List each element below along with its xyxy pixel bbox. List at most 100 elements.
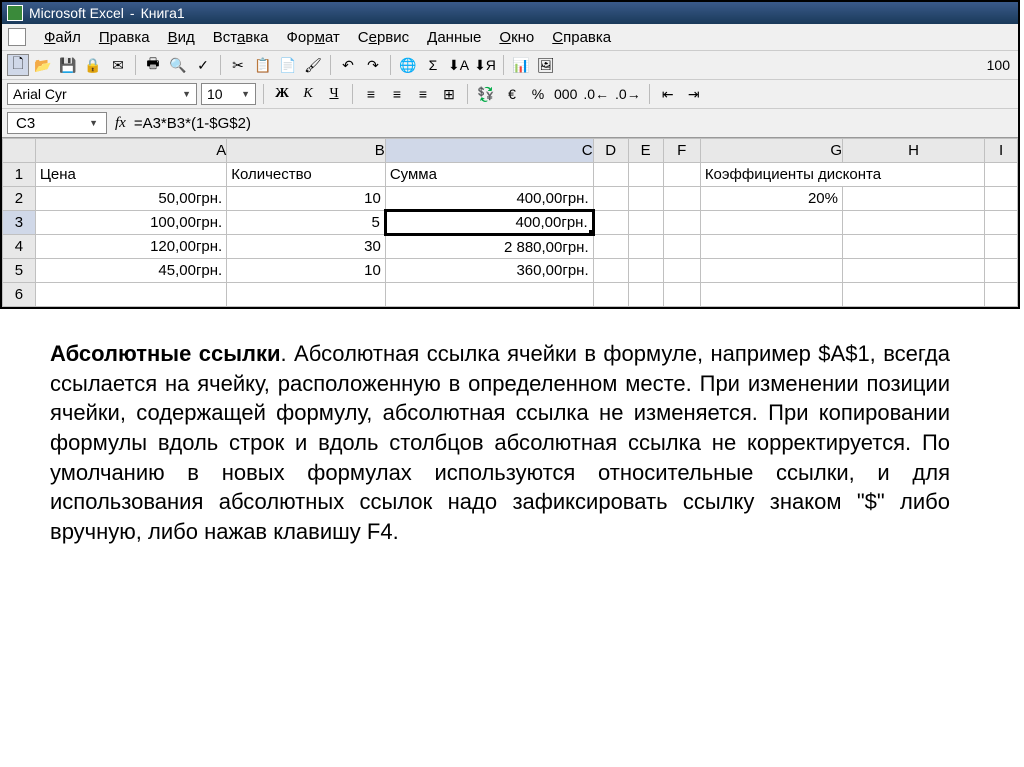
align-center-icon[interactable]: ≡ [386,83,408,105]
format-painter-icon[interactable]: 🖌 [302,54,324,76]
menu-data[interactable]: Данные [427,29,481,46]
increase-decimal-icon[interactable]: .0← [582,83,610,105]
percent-icon[interactable]: % [527,83,549,105]
cell-I5[interactable] [985,259,1018,283]
cell-C6[interactable] [385,283,593,307]
decrease-indent-icon[interactable]: ⇤ [657,83,679,105]
fx-label[interactable]: fx [115,115,126,132]
cell-A1[interactable]: Цена [35,163,226,187]
cell-G6[interactable] [700,283,842,307]
cell-E6[interactable] [628,283,663,307]
cell-F1[interactable] [663,163,700,187]
col-header-E[interactable]: E [628,139,663,163]
cut-icon[interactable]: ✂ [227,54,249,76]
copy-icon[interactable]: 📋 [252,54,274,76]
cell-H4[interactable] [843,235,985,259]
decrease-decimal-icon[interactable]: .0→ [614,83,642,105]
cell-G5[interactable] [700,259,842,283]
cell-H6[interactable] [843,283,985,307]
cell-E2[interactable] [628,187,663,211]
redo-icon[interactable]: ↷ [362,54,384,76]
menu-view[interactable]: Вид [168,29,195,46]
cell-I6[interactable] [985,283,1018,307]
cell-F4[interactable] [663,235,700,259]
col-header-F[interactable]: F [663,139,700,163]
underline-icon[interactable]: Ч [323,83,345,105]
cell-A6[interactable] [35,283,226,307]
new-icon[interactable]: 🗋 [7,54,29,76]
menu-tools[interactable]: Сервис [358,29,409,46]
cell-G4[interactable] [700,235,842,259]
col-header-C[interactable]: C [385,139,593,163]
cell-E5[interactable] [628,259,663,283]
menu-help[interactable]: Справка [552,29,611,46]
col-header-B[interactable]: B [227,139,386,163]
cell-B4[interactable]: 30 [227,235,386,259]
sort-asc-icon[interactable]: ⬇A [447,54,470,76]
cell-A2[interactable]: 50,00грн. [35,187,226,211]
menu-file[interactable]: Файл [44,29,81,46]
email-icon[interactable]: ✉ [107,54,129,76]
open-icon[interactable]: 📂 [32,54,54,76]
cell-B5[interactable]: 10 [227,259,386,283]
worksheet-icon[interactable] [8,28,26,46]
select-all-corner[interactable] [3,139,36,163]
cell-A5[interactable]: 45,00грн. [35,259,226,283]
row-header-5[interactable]: 5 [3,259,36,283]
cell-E1[interactable] [628,163,663,187]
cell-D5[interactable] [593,259,628,283]
menu-window[interactable]: Окно [499,29,534,46]
print-icon[interactable]: 🖶 [142,54,164,76]
cell-B6[interactable] [227,283,386,307]
cell-H2[interactable] [843,187,985,211]
align-right-icon[interactable]: ≡ [412,83,434,105]
spreadsheet-grid[interactable]: A B C D E F G H I 1 Цена Количество Сумм… [2,138,1018,307]
cell-I4[interactable] [985,235,1018,259]
cell-F3[interactable] [663,211,700,235]
cell-D6[interactable] [593,283,628,307]
font-name-select[interactable]: Arial Cyr ▼ [7,83,197,105]
bold-icon[interactable]: Ж [271,83,293,105]
cell-H3[interactable] [843,211,985,235]
row-header-2[interactable]: 2 [3,187,36,211]
menu-edit[interactable]: Правка [99,29,150,46]
preview-icon[interactable]: 🔍 [167,54,189,76]
cell-C2[interactable]: 400,00грн. [385,187,593,211]
col-header-G[interactable]: G [700,139,842,163]
cell-E3[interactable] [628,211,663,235]
currency-icon[interactable]: 💱 [475,83,497,105]
col-header-A[interactable]: A [35,139,226,163]
hyperlink-icon[interactable]: 🌐 [397,54,419,76]
sort-desc-icon[interactable]: ⬇Я [473,54,497,76]
cell-G2[interactable]: 20% [700,187,842,211]
undo-icon[interactable]: ↶ [337,54,359,76]
cell-C3-selected[interactable]: 400,00грн. [385,211,593,235]
cell-F5[interactable] [663,259,700,283]
cell-A4[interactable]: 120,00грн. [35,235,226,259]
permission-icon[interactable]: 🔒 [82,54,104,76]
menu-format[interactable]: Формат [286,29,339,46]
cell-I2[interactable] [985,187,1018,211]
menu-insert[interactable]: Вставка [213,29,269,46]
cell-C5[interactable]: 360,00грн. [385,259,593,283]
align-left-icon[interactable]: ≡ [360,83,382,105]
row-header-1[interactable]: 1 [3,163,36,187]
cell-G1[interactable]: Коэффициенты дисконта [700,163,984,187]
comma-icon[interactable]: 000 [553,83,578,105]
cell-D2[interactable] [593,187,628,211]
zoom-value[interactable]: 100 [984,57,1013,73]
cell-F6[interactable] [663,283,700,307]
cell-B2[interactable]: 10 [227,187,386,211]
cell-D4[interactable] [593,235,628,259]
menu-bar[interactable]: Файл Правка Вид Вставка Формат Сервис Да… [2,24,1018,51]
col-header-D[interactable]: D [593,139,628,163]
cell-G3[interactable] [700,211,842,235]
cell-E4[interactable] [628,235,663,259]
cell-C1[interactable]: Сумма [385,163,593,187]
spelling-icon[interactable]: ✓ [192,54,214,76]
formula-input[interactable]: =A3*B3*(1-$G$2) [134,115,1013,132]
cell-F2[interactable] [663,187,700,211]
row-header-6[interactable]: 6 [3,283,36,307]
chart-icon[interactable]: 📊 [510,54,532,76]
cell-D1[interactable] [593,163,628,187]
